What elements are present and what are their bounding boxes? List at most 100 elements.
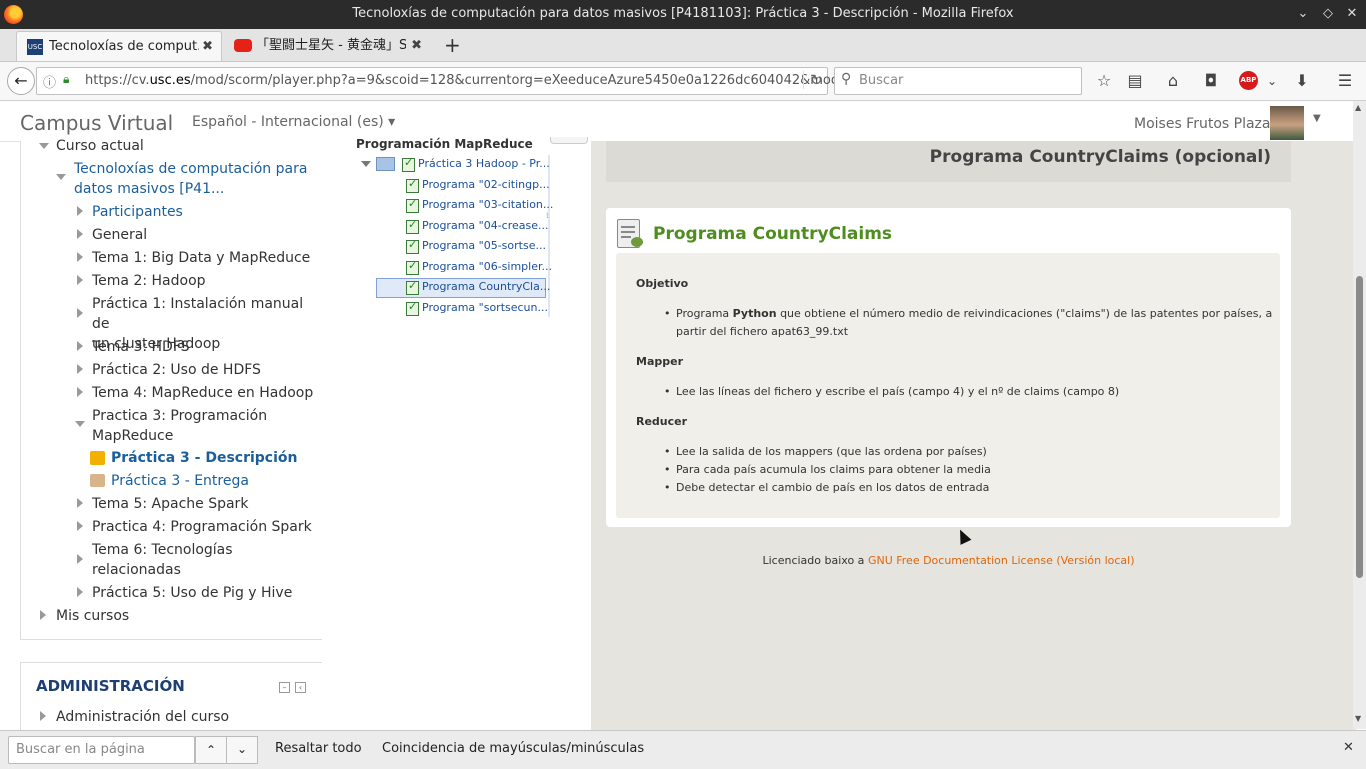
url-bar[interactable]: ⓘ 🔒︎ https://cv.usc.es/mod/scorm/player.… xyxy=(36,67,839,95)
search-input[interactable]: ⚲ Buscar xyxy=(834,67,1082,95)
scroll-down-icon[interactable]: ▼ xyxy=(1355,714,1361,723)
toc-item[interactable]: Programa "06-simpler... xyxy=(422,260,552,273)
user-menu-caret-icon[interactable]: ▼ xyxy=(1313,113,1321,124)
toc-item[interactable]: Programa "02-citingp... xyxy=(422,178,550,191)
dock-block-icon[interactable]: ‹ xyxy=(295,682,306,693)
objetivo-item-cont: partir del fichero apat63_99.txt xyxy=(676,325,849,338)
chevron-down-icon[interactable]: ⌄ xyxy=(1262,71,1282,91)
collapse-icon[interactable] xyxy=(361,161,371,167)
usc-favicon-icon: USC xyxy=(27,39,43,55)
expand-icon[interactable] xyxy=(77,521,83,531)
toc-item[interactable]: Programa "04-crease... xyxy=(422,219,549,232)
find-next-button[interactable]: ⌄ xyxy=(226,736,258,764)
match-case-button[interactable]: Coincidencia de mayúsculas/minúsculas xyxy=(382,741,644,756)
home-icon[interactable]: ⌂ xyxy=(1163,71,1183,91)
collapse-icon[interactable] xyxy=(75,421,85,427)
close-window-icon[interactable]: ✕ xyxy=(1343,5,1361,23)
expand-icon[interactable] xyxy=(77,364,83,374)
reload-icon[interactable]: ↻ xyxy=(803,71,823,89)
new-tab-icon[interactable]: + xyxy=(444,33,461,57)
sidebar-item-tema4[interactable]: Tema 4: MapReduce en Hadoop xyxy=(92,383,313,403)
toc-item-current[interactable]: Programa CountryCla... xyxy=(422,280,550,293)
clipboard-icon xyxy=(617,219,643,248)
menu-icon[interactable]: ☰ xyxy=(1335,71,1355,91)
sidebar-item-practica5[interactable]: Práctica 5: Uso de Pig y Hive xyxy=(92,583,292,603)
pocket-icon[interactable]: ◘ xyxy=(1201,71,1221,91)
completed-check-icon xyxy=(406,238,419,254)
url-text: https://cv.usc.es/mod/scorm/player.php?a… xyxy=(85,73,840,88)
toc-item[interactable]: Programa "05-sortse... xyxy=(422,239,546,252)
expand-icon[interactable] xyxy=(77,206,83,216)
close-find-bar-icon[interactable]: ✕ xyxy=(1343,740,1354,755)
sidebar-item-practica4[interactable]: Practica 4: Programación Spark xyxy=(92,517,312,537)
expand-icon[interactable] xyxy=(77,498,83,508)
sidebar-item-practica3[interactable]: Practica 3: Programación MapReduce xyxy=(92,406,267,446)
user-name[interactable]: Moises Frutos Plaza xyxy=(1134,116,1271,132)
back-button[interactable]: ← xyxy=(7,67,35,95)
bookmark-star-icon[interactable]: ☆ xyxy=(1094,71,1114,91)
content-header-title: Programa CountryClaims (opcional) xyxy=(929,147,1271,167)
sidebar-item-tema6[interactable]: Tema 6: Tecnologías relacionadas xyxy=(92,540,233,580)
info-icon[interactable]: ⓘ xyxy=(43,72,56,91)
tab-campus[interactable]: USC Tecnoloxías de comput... ✖ xyxy=(16,31,222,61)
maximize-icon[interactable]: ◇ xyxy=(1319,5,1337,23)
scroll-up-icon[interactable]: ▲ xyxy=(1355,103,1361,112)
find-input[interactable]: Buscar en la página xyxy=(8,736,195,764)
highlight-all-button[interactable]: Resaltar todo xyxy=(275,741,362,756)
expand-icon[interactable] xyxy=(39,143,49,149)
toc-toggle-button[interactable] xyxy=(550,137,588,144)
site-brand[interactable]: Campus Virtual xyxy=(20,111,173,135)
scrollbar-thumb[interactable] xyxy=(1356,276,1363,578)
curso-actual[interactable]: Curso actual xyxy=(56,136,144,156)
sidebar-item-participantes[interactable]: Participantes xyxy=(92,202,183,222)
page-scrollbar[interactable]: ▲ ▼ xyxy=(1353,101,1366,729)
expand-icon[interactable] xyxy=(40,711,46,721)
toc-folder-item[interactable]: Práctica 3 Hadoop - Pr... xyxy=(418,157,550,170)
expand-icon[interactable] xyxy=(77,252,83,262)
expand-icon[interactable] xyxy=(77,341,83,351)
sidebar-item-general[interactable]: General xyxy=(92,225,147,245)
download-icon[interactable]: ⬇ xyxy=(1292,71,1312,91)
sidebar-item-tema2[interactable]: Tema 2: Hadoop xyxy=(92,271,206,291)
reducer-item: Para cada país acumula los claims para o… xyxy=(664,463,991,476)
sidebar-item-practica2[interactable]: Práctica 2: Uso de HDFS xyxy=(92,360,261,380)
completed-check-icon xyxy=(406,197,419,213)
find-previous-button[interactable]: ⌃ xyxy=(195,736,227,764)
minimize-icon[interactable]: ⌄ xyxy=(1294,5,1312,23)
toc-item[interactable]: Programa "03-citation... xyxy=(422,198,553,211)
reading-list-icon[interactable]: ▤ xyxy=(1125,71,1145,91)
avatar[interactable] xyxy=(1270,106,1304,140)
license-link[interactable]: GNU Free Documentation License (Versión … xyxy=(868,554,1135,567)
admin-course-item[interactable]: Administración del curso xyxy=(56,707,229,727)
expand-icon[interactable] xyxy=(77,229,83,239)
close-tab-icon[interactable]: ✖ xyxy=(411,31,422,60)
sidebar-item-label: Tema 6: Tecnologías xyxy=(92,542,233,558)
toc-item[interactable]: Programa "sortsecun... xyxy=(422,301,548,314)
sidebar-item-practica3-entrega[interactable]: Práctica 3 - Entrega xyxy=(111,471,249,491)
section-mapper: Mapper xyxy=(636,355,684,368)
content-body: Objetivo Programa Python que obtiene el … xyxy=(616,253,1280,518)
card-title: Programa CountryClaims xyxy=(653,224,893,244)
course-link[interactable]: Tecnoloxías de computación para datos ma… xyxy=(74,159,307,199)
content-header: Programa CountryClaims (opcional) xyxy=(606,141,1291,182)
sidebar-item-practica3-descripcion[interactable]: Práctica 3 - Descripción xyxy=(111,448,297,468)
language-menu[interactable]: Español - Internacional (es) ▾ xyxy=(192,114,395,130)
expand-icon[interactable] xyxy=(56,174,66,180)
expand-icon[interactable] xyxy=(40,610,46,620)
sidebar-item-tema1[interactable]: Tema 1: Big Data y MapReduce xyxy=(92,248,310,268)
sidebar-item-tema5[interactable]: Tema 5: Apache Spark xyxy=(92,494,248,514)
tab-youtube[interactable]: 「聖闘士星矢 - 黄金魂」Sa... ✖ xyxy=(224,31,430,60)
expand-icon[interactable] xyxy=(77,587,83,597)
sidebar-item-tema3[interactable]: Tema 3: HDFS xyxy=(92,337,190,357)
adblock-icon[interactable]: ABP xyxy=(1239,71,1258,90)
course-link-line2: datos masivos [P41... xyxy=(74,181,225,197)
expand-icon[interactable] xyxy=(77,308,83,318)
expand-icon[interactable] xyxy=(77,275,83,285)
close-tab-icon[interactable]: ✖ xyxy=(202,32,213,61)
expand-icon[interactable] xyxy=(77,387,83,397)
minimize-block-icon[interactable]: – xyxy=(279,682,290,693)
sidebar-item-mis-cursos[interactable]: Mis cursos xyxy=(56,606,129,626)
sidebar-item-label: relacionadas xyxy=(92,562,181,578)
completed-check-icon xyxy=(402,156,415,172)
expand-icon[interactable] xyxy=(77,554,83,564)
